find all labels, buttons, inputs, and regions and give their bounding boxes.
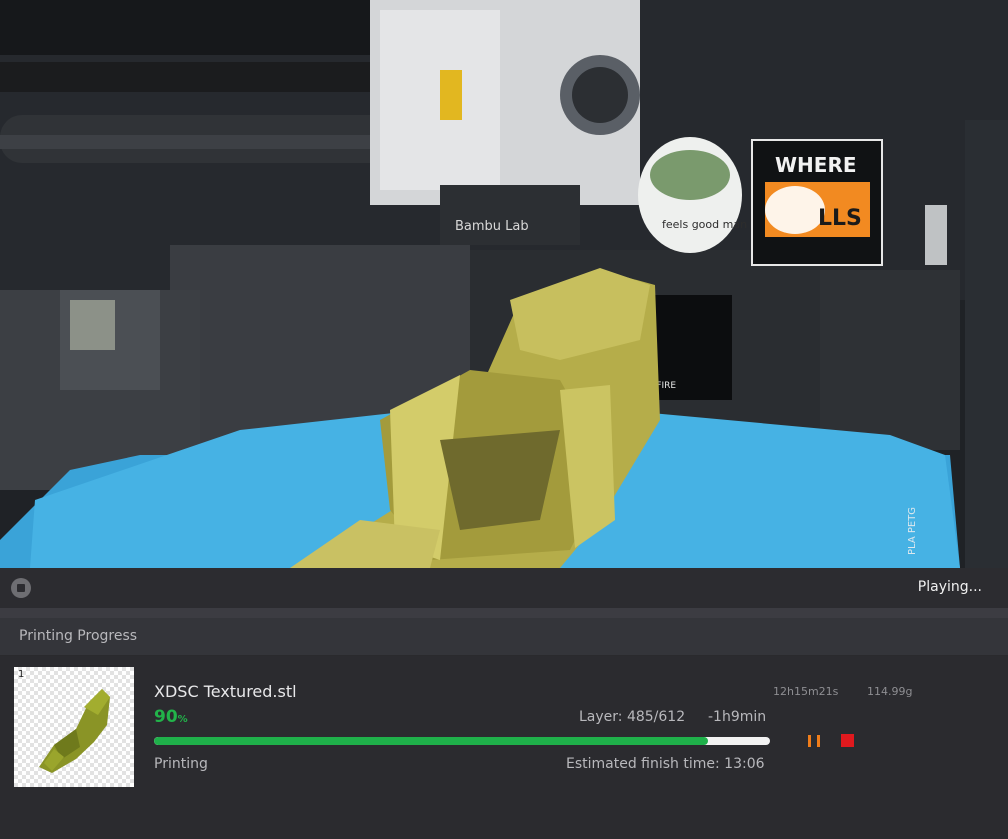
frog-sticker-text: feels good man xyxy=(662,218,747,231)
playback-status: Playing... xyxy=(917,579,982,595)
model-thumbnail: 1 xyxy=(14,667,134,787)
print-filename: XDSC Textured.stl xyxy=(154,682,297,701)
sticker-lls-text: LLS xyxy=(818,206,862,231)
time-remaining: -1h9min xyxy=(708,709,767,725)
stop-square-icon[interactable] xyxy=(841,734,854,747)
layer-counter: Layer: 485/612 xyxy=(579,709,686,725)
progress-bar xyxy=(154,737,770,745)
thumbnail-index: 1 xyxy=(18,669,25,680)
section-title: Printing Progress xyxy=(19,628,138,644)
printing-progress-header: Printing Progress xyxy=(0,618,1008,656)
sticker-where-text: WHERE xyxy=(775,153,857,177)
progress-percent-value: 90 xyxy=(154,707,178,727)
filament-weight: 114.99g xyxy=(867,685,913,698)
camera-feed: Bambu Lab feels good man WHERE LLS NT T … xyxy=(0,0,1008,568)
model-preview-icon xyxy=(39,689,110,773)
print-duration: 12h15m21s xyxy=(773,685,839,698)
progress-percent-unit: % xyxy=(177,714,188,725)
camera-view: Bambu Lab feels good man WHERE LLS NT T … xyxy=(0,0,1008,568)
plate-text: PLA PETG xyxy=(907,507,918,555)
camera-control-bar: Playing... xyxy=(0,568,1008,608)
stop-circle-icon[interactable] xyxy=(11,578,31,598)
printer-brand-text: Bambu Lab xyxy=(455,219,529,234)
print-status: Printing xyxy=(154,756,208,772)
estimated-finish-time: Estimated finish time: 13:06 xyxy=(566,756,765,772)
progress-bar-fill xyxy=(154,737,709,745)
printing-progress-panel: 1 XDSC Textured.stl 12h15m21s 114.99g 90… xyxy=(0,656,1008,839)
section-divider xyxy=(0,608,1008,618)
pause-icon[interactable] xyxy=(806,733,822,749)
progress-percent: 90% xyxy=(154,707,188,727)
